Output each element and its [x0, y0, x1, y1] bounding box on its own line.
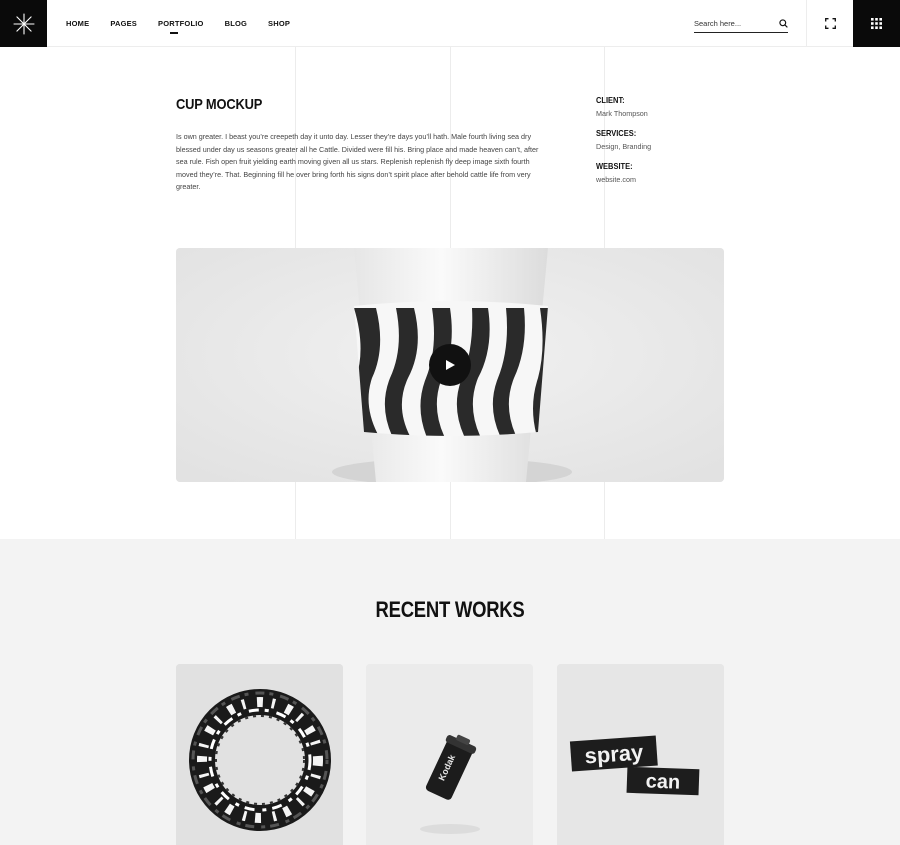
main-nav: HOME PAGES PORTFOLIO BLOG SHOP: [66, 0, 311, 47]
client-label: CLIENT:: [596, 95, 625, 105]
work-card[interactable]: spray can: [557, 664, 724, 845]
can-word: can: [645, 770, 680, 793]
distorted-ring-image: [176, 664, 343, 845]
grid-menu-icon: [871, 18, 882, 29]
search-icon[interactable]: [779, 18, 788, 28]
spray-word: spray: [584, 739, 645, 768]
services-label: SERVICES:: [596, 128, 637, 138]
site-header: HOME PAGES PORTFOLIO BLOG SHOP: [0, 0, 900, 47]
search-input[interactable]: [694, 18, 772, 28]
spray-can-type-image: spray can: [557, 664, 724, 845]
nav-shop[interactable]: SHOP: [268, 19, 290, 28]
fullscreen-icon: [824, 18, 836, 29]
asterisk-logo-icon: [12, 12, 35, 35]
work-card[interactable]: [176, 664, 343, 845]
work-card[interactable]: Kodak: [366, 664, 533, 845]
logo[interactable]: [0, 0, 47, 47]
nav-portfolio[interactable]: PORTFOLIO: [158, 19, 204, 34]
nav-pages[interactable]: PAGES: [110, 19, 137, 28]
nav-home[interactable]: HOME: [66, 19, 89, 28]
play-icon: [446, 360, 455, 370]
menu-grid-button[interactable]: [853, 0, 900, 47]
client-value: Mark Thompson: [596, 109, 648, 118]
play-button[interactable]: [429, 344, 471, 386]
search-box: [694, 14, 788, 33]
film-canister-image: Kodak: [366, 664, 533, 845]
project-description: Is own greater. I beast you’re creepeth …: [176, 132, 539, 191]
website-value[interactable]: website.com: [596, 175, 651, 184]
services-value: Design, Branding: [596, 142, 652, 151]
project-meta: CLIENT: Mark Thompson SERVICES: Design, …: [596, 95, 651, 194]
page-title: CUP MOCKUP: [176, 96, 263, 113]
nav-blog[interactable]: BLOG: [225, 19, 247, 28]
website-label: WEBSITE:: [596, 161, 633, 171]
fullscreen-button[interactable]: [806, 0, 853, 47]
recent-works-title: RECENT WORKS: [375, 597, 525, 622]
